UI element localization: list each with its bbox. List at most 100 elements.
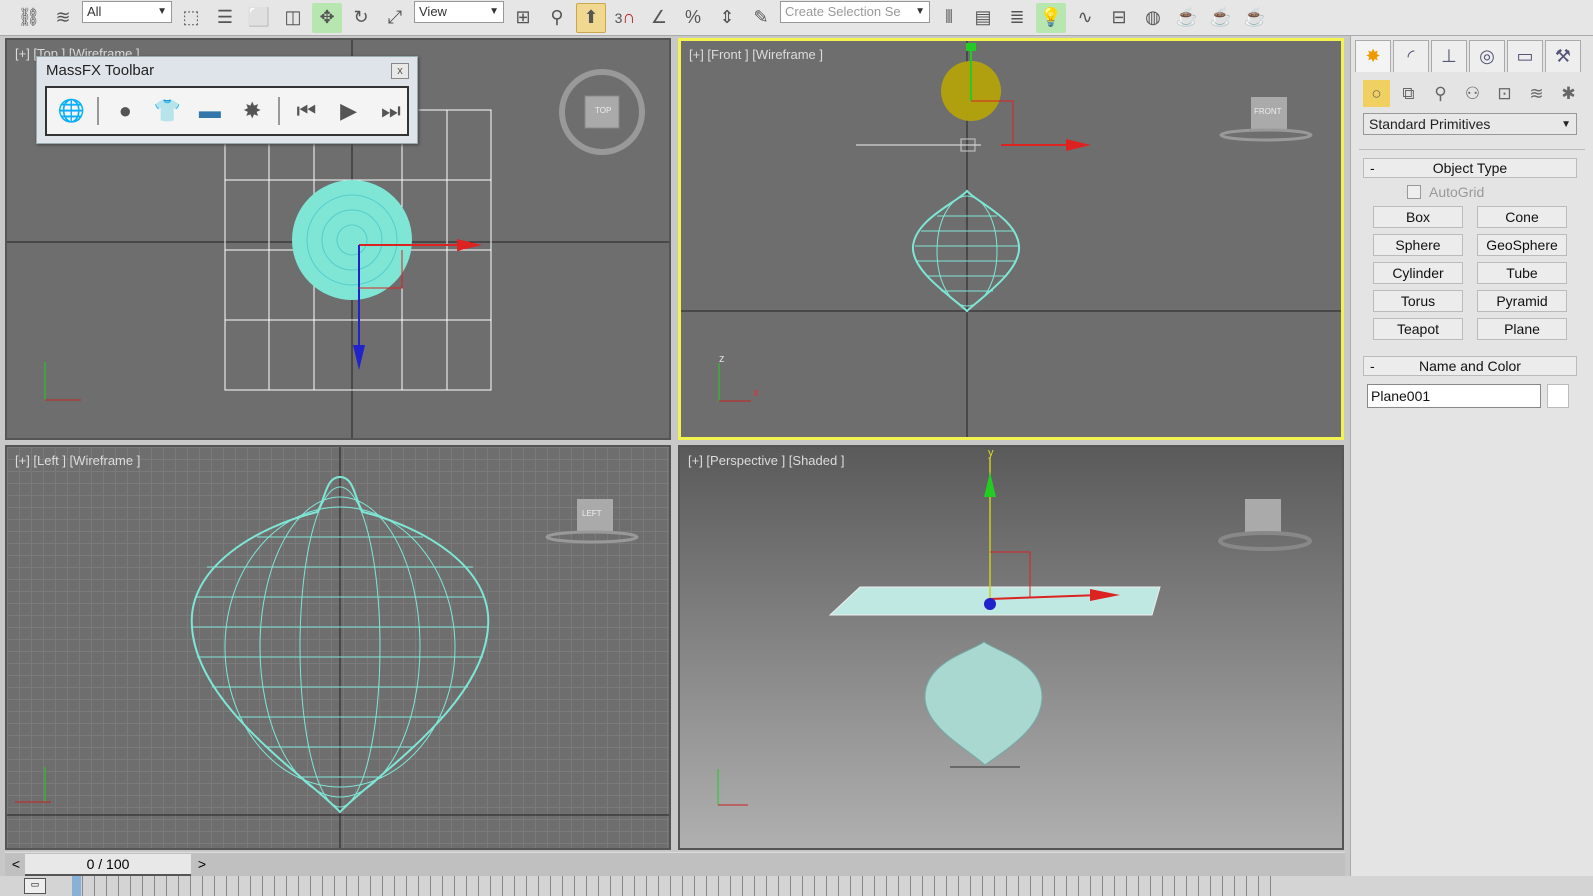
close-button[interactable]: x bbox=[391, 63, 409, 79]
bind-space-warp-icon[interactable]: ≋ bbox=[48, 3, 78, 33]
manipulate-icon[interactable]: ⚲ bbox=[542, 3, 572, 33]
percent-snap-icon[interactable]: % bbox=[678, 3, 708, 33]
play-simulation-icon[interactable]: ▶ bbox=[333, 94, 365, 128]
viewport-perspective[interactable]: [+] [Perspective ] [Shaded ] y bbox=[678, 445, 1344, 850]
motion-tab-icon[interactable]: ◎ bbox=[1469, 40, 1505, 72]
geometry-icon[interactable]: ○ bbox=[1363, 80, 1390, 107]
separator bbox=[97, 97, 100, 125]
schematic-view-icon[interactable]: ⊟ bbox=[1104, 3, 1134, 33]
ref-coord-dropdown[interactable]: View ▼ bbox=[414, 0, 504, 23]
massfx-toolbar[interactable]: MassFX Toolbar x 🌐 ● 👕 ▬ ✸ ⏮ ▶ ⏭ bbox=[36, 56, 418, 144]
modify-tab-icon[interactable]: ◜ bbox=[1393, 40, 1429, 72]
next-frame-button[interactable]: > bbox=[193, 856, 211, 874]
axis-x-label: x bbox=[753, 387, 759, 399]
mirror-icon[interactable]: ⫴ bbox=[934, 3, 964, 33]
curve-editor-icon[interactable]: ∿ bbox=[1070, 3, 1100, 33]
constraint-icon[interactable]: ▬ bbox=[194, 94, 226, 128]
cylinder-button[interactable]: Cylinder bbox=[1373, 262, 1463, 284]
space-warps-icon[interactable]: ≋ bbox=[1523, 80, 1550, 107]
viewcube-left[interactable]: LEFT bbox=[582, 509, 602, 518]
viewport-front[interactable]: [+] [Front ] [Wireframe ] FRONT z x bbox=[678, 38, 1344, 440]
snaps-toggle-icon[interactable]: 3 ∩ bbox=[610, 3, 640, 33]
rigid-body-icon[interactable]: ● bbox=[109, 94, 141, 128]
cloth-icon[interactable]: 👕 bbox=[151, 94, 183, 128]
object-name-input[interactable] bbox=[1367, 384, 1541, 408]
chevron-down-icon: ▼ bbox=[915, 6, 925, 17]
current-frame-marker bbox=[72, 876, 81, 896]
left-view-scene bbox=[7, 447, 669, 848]
layer-manager-icon[interactable]: ≣ bbox=[1002, 3, 1032, 33]
keyboard-shortcut-override-icon[interactable]: ⬆ bbox=[576, 2, 606, 33]
link-icon[interactable]: ⛓ bbox=[14, 3, 44, 33]
command-panel: ✸ ◜ ⊥ ◎ ▭ ⚒ ○ ⧉ ⚲ ⚇ ⊡ ≋ ✱ Standard Primi… bbox=[1350, 36, 1593, 896]
material-editor-icon[interactable]: ◍ bbox=[1138, 3, 1168, 33]
spinning-top-object bbox=[924, 641, 1043, 766]
select-by-name-icon[interactable]: ☰ bbox=[210, 3, 240, 33]
selection-filter-dropdown[interactable]: All ▼ bbox=[82, 0, 172, 23]
front-view-scene bbox=[681, 41, 1341, 437]
viewport-label-left[interactable]: [+] [Left ] [Wireframe ] bbox=[15, 453, 140, 468]
spinner-snap-icon[interactable]: ⇕ bbox=[712, 3, 742, 33]
perspective-scene bbox=[717, 457, 1312, 806]
sphere-button[interactable]: Sphere bbox=[1373, 234, 1463, 256]
object-type-rollout[interactable]: - Object Type bbox=[1363, 158, 1577, 178]
name-and-color-rollout[interactable]: - Name and Color bbox=[1363, 356, 1577, 376]
pivot-center-icon[interactable]: ⊞ bbox=[508, 3, 538, 33]
cameras-icon[interactable]: ⚇ bbox=[1459, 80, 1486, 107]
window-crossing-icon[interactable]: ◫ bbox=[278, 3, 308, 33]
viewcube-front[interactable]: FRONT bbox=[1254, 107, 1282, 116]
rotate-icon[interactable]: ↻ bbox=[346, 3, 376, 33]
geosphere-button[interactable]: GeoSphere bbox=[1477, 234, 1567, 256]
track-ticks bbox=[82, 876, 1277, 896]
top-object-wireframe bbox=[292, 180, 412, 300]
shapes-icon[interactable]: ⧉ bbox=[1395, 80, 1422, 107]
torus-button[interactable]: Torus bbox=[1373, 290, 1463, 312]
systems-icon[interactable]: ✱ bbox=[1555, 80, 1582, 107]
hierarchy-tab-icon[interactable]: ⊥ bbox=[1431, 40, 1467, 72]
mini-curve-editor-icon[interactable]: ▭ bbox=[24, 878, 46, 894]
scene-explorer-icon[interactable]: 💡 bbox=[1036, 2, 1066, 33]
separator bbox=[278, 97, 281, 125]
rendered-frame-icon[interactable]: ☕ bbox=[1206, 3, 1236, 33]
axis-y-label: y bbox=[988, 447, 994, 459]
viewcube-top[interactable]: TOP bbox=[595, 106, 611, 115]
step-simulation-icon[interactable]: ⏭ bbox=[375, 94, 407, 128]
frame-slider-thumb[interactable]: 0 / 100 bbox=[25, 854, 191, 876]
helpers-icon[interactable]: ⊡ bbox=[1491, 80, 1518, 107]
pyramid-button[interactable]: Pyramid bbox=[1477, 290, 1567, 312]
box-button[interactable]: Box bbox=[1373, 206, 1463, 228]
reset-simulation-icon[interactable]: ⏮ bbox=[290, 94, 322, 128]
utilities-tab-icon[interactable]: ⚒ bbox=[1545, 40, 1581, 72]
category-dropdown[interactable]: Standard Primitives ▼ bbox=[1363, 113, 1577, 135]
create-tab-icon[interactable]: ✸ bbox=[1355, 40, 1391, 72]
rect-selection-icon[interactable]: ⬜ bbox=[244, 3, 274, 33]
display-tab-icon[interactable]: ▭ bbox=[1507, 40, 1543, 72]
prev-frame-button[interactable]: < bbox=[7, 856, 25, 874]
object-color-swatch[interactable] bbox=[1547, 384, 1569, 408]
ragdoll-icon[interactable]: ✸ bbox=[236, 94, 268, 128]
lights-icon[interactable]: ⚲ bbox=[1427, 80, 1454, 107]
teapot-button[interactable]: Teapot bbox=[1373, 318, 1463, 340]
viewport-label-perspective[interactable]: [+] [Perspective ] [Shaded ] bbox=[688, 453, 844, 468]
edit-named-selection-icon[interactable]: ✎ bbox=[746, 3, 776, 33]
render-production-icon[interactable]: ☕ bbox=[1240, 3, 1270, 33]
tube-button[interactable]: Tube bbox=[1477, 262, 1567, 284]
angle-snap-icon[interactable]: ∠ bbox=[644, 3, 674, 33]
render-setup-icon[interactable]: ☕ bbox=[1172, 3, 1202, 33]
track-bar[interactable]: ▭ bbox=[0, 876, 1593, 896]
time-slider[interactable]: < 0 / 100 > bbox=[5, 852, 1345, 876]
massfx-title: MassFX Toolbar bbox=[46, 62, 155, 79]
move-icon[interactable]: ✥ bbox=[312, 2, 342, 33]
main-toolbar: ⛓ ≋ All ▼ ⬚ ☰ ⬜ ◫ ✥ ↻ ⤢ View ▼ ⊞ ⚲ ⬆ 3 ∩ ∠ … bbox=[0, 0, 1593, 36]
viewport-left[interactable]: [+] [Left ] [Wireframe ] LEFT bbox=[5, 445, 671, 850]
named-selection-input[interactable]: Create Selection Se ▼ bbox=[780, 0, 930, 23]
select-object-icon[interactable]: ⬚ bbox=[176, 3, 206, 33]
cone-button[interactable]: Cone bbox=[1477, 206, 1567, 228]
align-icon[interactable]: ▤ bbox=[968, 3, 998, 33]
world-params-icon[interactable]: 🌐 bbox=[55, 94, 87, 128]
viewport-label-front[interactable]: [+] [Front ] [Wireframe ] bbox=[689, 47, 823, 62]
chevron-down-icon: ▼ bbox=[489, 6, 499, 17]
scale-icon[interactable]: ⤢ bbox=[380, 3, 410, 33]
autogrid-checkbox[interactable] bbox=[1407, 185, 1421, 199]
plane-button[interactable]: Plane bbox=[1477, 318, 1567, 340]
